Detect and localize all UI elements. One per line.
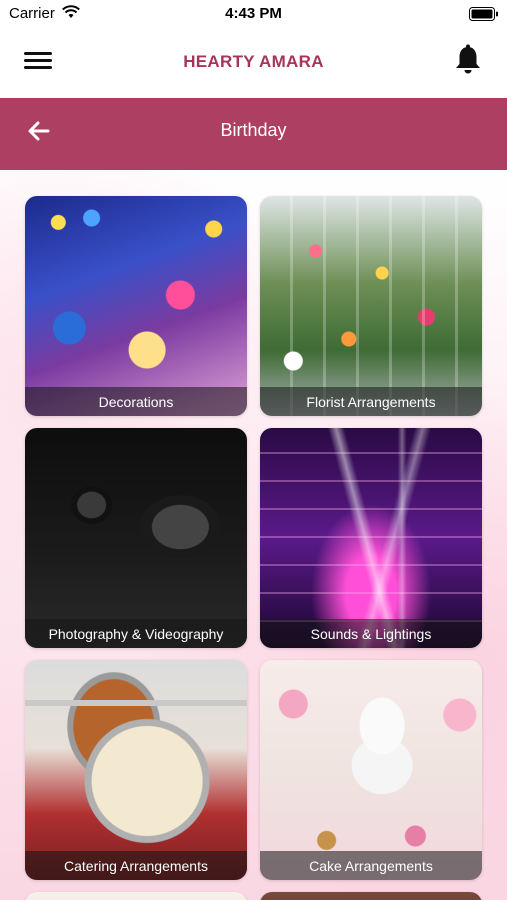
title-bar: Birthday — [0, 98, 507, 170]
category-label: Cake Arrangements — [260, 851, 482, 880]
category-tile-catering[interactable]: Catering Arrangements — [25, 660, 247, 880]
category-tile-cake[interactable]: Cake Arrangements — [260, 660, 482, 880]
status-time: 4:43 PM — [225, 5, 282, 22]
category-grid: Decorations Florist Arrangements Photogr… — [0, 170, 507, 900]
category-tile-decorations[interactable]: Decorations — [25, 196, 247, 416]
category-label: Catering Arrangements — [25, 851, 247, 880]
app-header: HEARTY AMARA — [0, 28, 507, 98]
app-title: HEARTY AMARA — [183, 52, 324, 71]
category-label: Decorations — [25, 387, 247, 416]
category-label: Florist Arrangements — [260, 387, 482, 416]
category-tile-photography[interactable]: Photography & Videography — [25, 428, 247, 648]
category-tile-sounds[interactable]: Sounds & Lightings — [260, 428, 482, 648]
category-label: Sounds & Lightings — [260, 619, 482, 648]
page-title: Birthday — [220, 120, 287, 140]
category-tile-partial[interactable] — [25, 892, 247, 900]
category-label: Photography & Videography — [25, 619, 247, 648]
category-tile-partial[interactable] — [260, 892, 482, 900]
status-bar: Carrier 4:43 PM — [0, 0, 507, 28]
category-tile-florist[interactable]: Florist Arrangements — [260, 196, 482, 416]
notification-bell-icon[interactable] — [453, 44, 483, 78]
battery-icon — [469, 7, 499, 26]
